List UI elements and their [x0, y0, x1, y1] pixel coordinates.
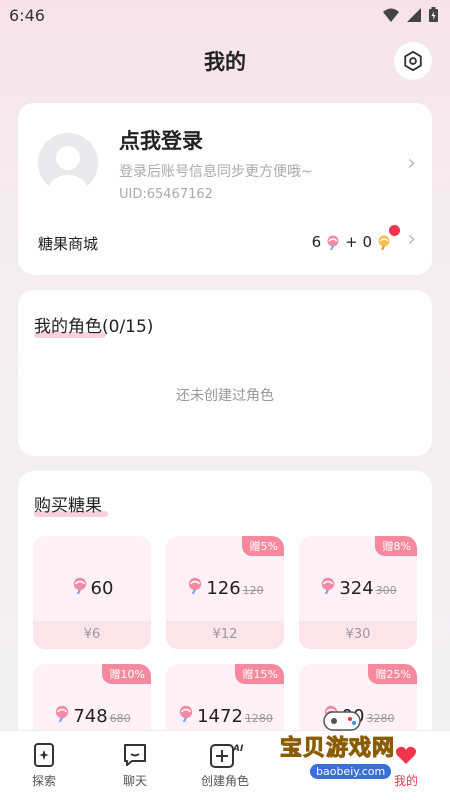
tab-chat[interactable]: 聊天 [95, 741, 175, 789]
amount-value: 1472 [197, 706, 243, 727]
tab-explore[interactable]: 探索 [4, 741, 84, 789]
package-amount: 324 300 [299, 576, 417, 599]
package-amount: 126 120 [166, 576, 284, 599]
package-price: ¥6 [33, 621, 151, 649]
my-roles-card: 我的角色(0/15) 还未创建过角色 [18, 290, 432, 456]
create-ai-icon: AI [210, 744, 243, 768]
avatar[interactable] [38, 133, 98, 193]
my-roles-title: 我的角色(0/15) [34, 312, 154, 338]
notification-dot [389, 225, 400, 236]
signal-icon [407, 7, 421, 22]
tab-create-role-label: 创建角色 [200, 774, 249, 788]
bonus-badge: 赠5% [241, 536, 284, 556]
tab-create-role[interactable]: AI 创建角色 [185, 741, 265, 789]
bonus-badge: 赠15% [234, 664, 284, 684]
package-amount: 748 680 [33, 704, 151, 727]
lollipop-icon [322, 577, 335, 594]
original-amount: 680 [109, 712, 131, 725]
candy-balance[interactable]: 6 + 0 [312, 233, 392, 251]
original-amount: 120 [242, 584, 264, 597]
default-avatar-icon [48, 146, 88, 193]
candy-package-324[interactable]: 赠8% 324 300 ¥30 [299, 536, 417, 649]
settings-button[interactable] [394, 42, 432, 80]
profile-card[interactable]: 点我登录 登录后账号信息同步更方便哦~ UID:65467162 › 糖果商城 … [18, 103, 432, 275]
gear-icon [404, 50, 422, 72]
buy-candy-title-text: 购买糖果 [34, 496, 102, 516]
lollipop-icon [56, 705, 69, 722]
page-title: 我的 [204, 50, 246, 74]
bonus-badge: 赠25% [367, 664, 417, 684]
bonus-badge: 赠10% [101, 664, 151, 684]
status-icons [383, 7, 438, 22]
candy-package-60[interactable]: 60 ¥6 [33, 536, 151, 649]
watermark-text: 宝贝游戏网 [279, 736, 396, 762]
svg-text:AI: AI [232, 744, 243, 754]
wifi-icon [383, 8, 399, 22]
candy-shop-label[interactable]: 糖果商城 [38, 233, 98, 254]
watermark-url: baobeiy.com [310, 764, 392, 779]
package-price: ¥30 [299, 621, 417, 649]
buy-candy-title: 购买糖果 [34, 491, 108, 517]
amount-value: 60 [90, 578, 114, 599]
candy-package-126[interactable]: 赠5% 126 120 ¥12 [166, 536, 284, 649]
original-amount: 1280 [244, 712, 273, 725]
explore-icon [34, 743, 54, 767]
empty-roles-text: 还未创建过角色 [176, 388, 274, 404]
status-time: 6:46 [9, 6, 45, 25]
bonus-candy-count: + 0 [345, 233, 372, 251]
bonus-badge: 赠8% [374, 536, 417, 556]
site-watermark: 宝贝游戏网 baobeiy.com [279, 708, 450, 788]
candy-shop-chevron-icon[interactable]: › [407, 227, 416, 252]
amount-value: 324 [339, 578, 374, 599]
amount-value: 126 [206, 578, 241, 599]
my-roles-title-text: 我的角色(0/15) [34, 317, 154, 337]
lollipop-icon [179, 705, 193, 722]
tab-explore-label: 探索 [31, 774, 56, 788]
battery-icon [429, 7, 438, 22]
login-title[interactable]: 点我登录 [119, 125, 203, 155]
login-subtitle: 登录后账号信息同步更方便哦~ [119, 164, 313, 180]
status-bar: 6:46 [0, 0, 450, 32]
tab-chat-label: 聊天 [122, 774, 147, 788]
original-amount: 300 [375, 584, 397, 597]
lollipop-icon [73, 577, 86, 594]
package-price: ¥12 [166, 621, 284, 649]
package-amount: 60 [33, 576, 151, 599]
gold-lollipop-icon [378, 235, 390, 250]
chevron-right-icon[interactable]: › [407, 151, 416, 176]
package-amount: 1472 1280 [166, 704, 284, 727]
candy-count: 6 [311, 233, 322, 251]
amount-value: 748 [73, 706, 108, 727]
uid-text: UID:65467162 [119, 187, 213, 202]
chat-icon [124, 744, 146, 766]
lollipop-icon [327, 235, 339, 250]
lollipop-icon [189, 577, 202, 594]
